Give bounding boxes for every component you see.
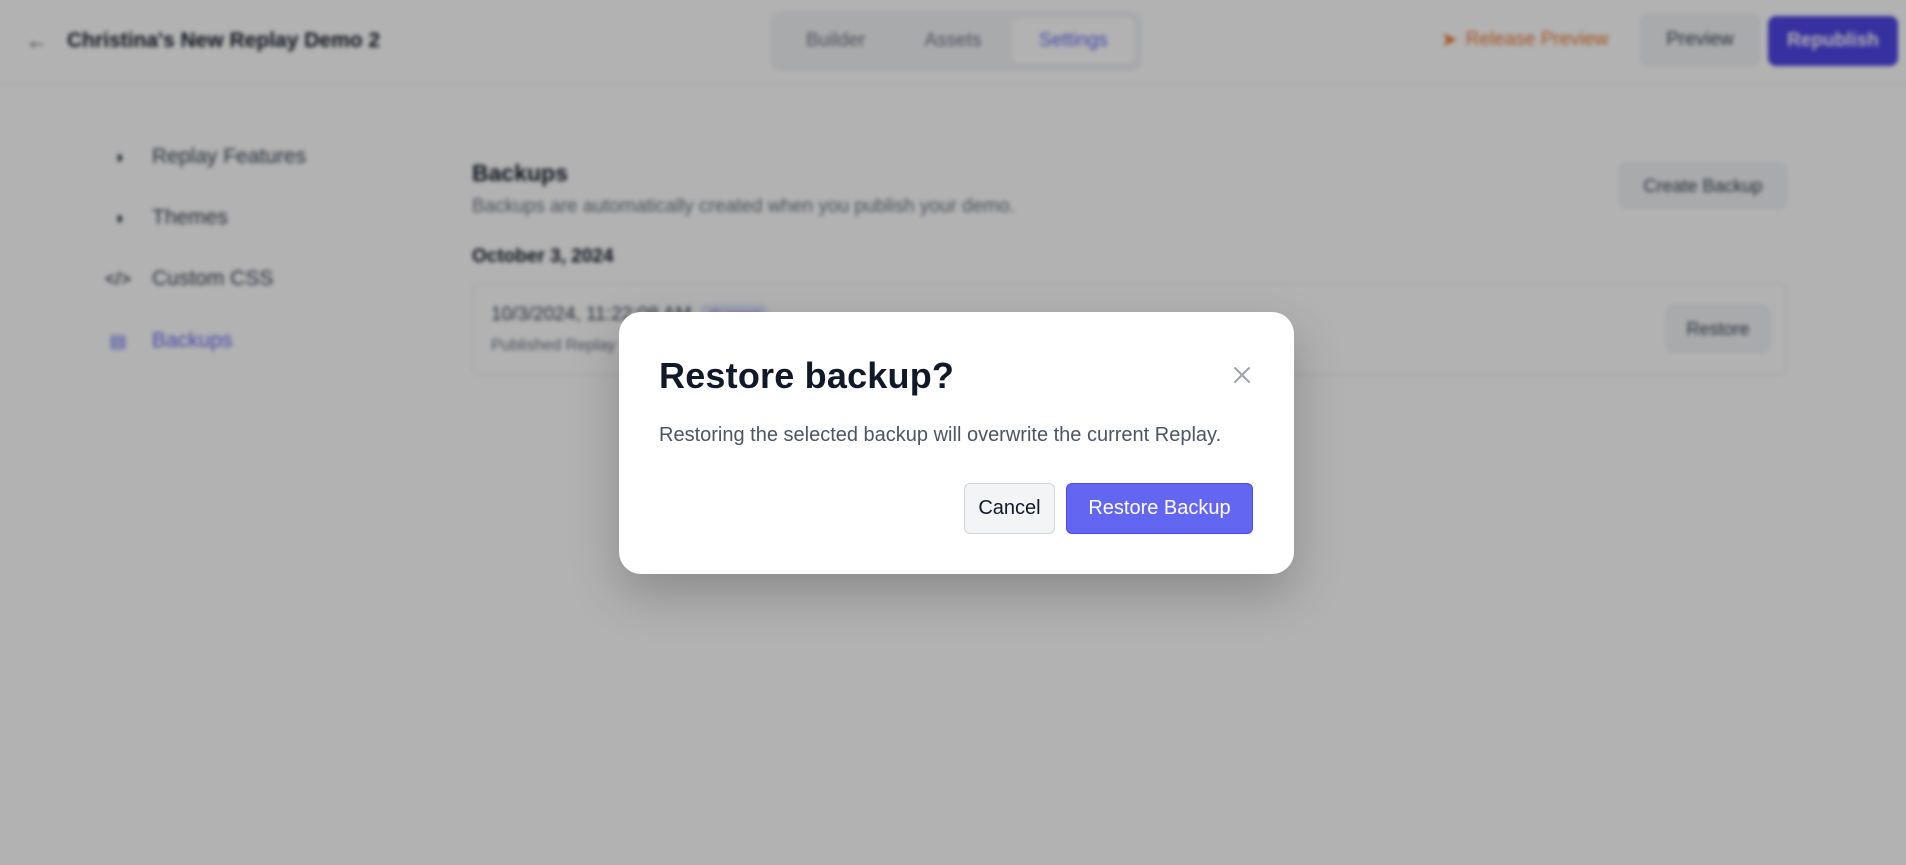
close-icon[interactable]: [1231, 364, 1253, 386]
dialog-message: Restoring the selected backup will overw…: [659, 424, 1222, 446]
cancel-button[interactable]: Cancel: [964, 483, 1055, 534]
dialog-title: Restore backup?: [659, 355, 955, 396]
restore-backup-dialog: Restore backup? Restoring the selected b…: [619, 312, 1294, 574]
restore-backup-button[interactable]: Restore Backup: [1066, 483, 1253, 534]
